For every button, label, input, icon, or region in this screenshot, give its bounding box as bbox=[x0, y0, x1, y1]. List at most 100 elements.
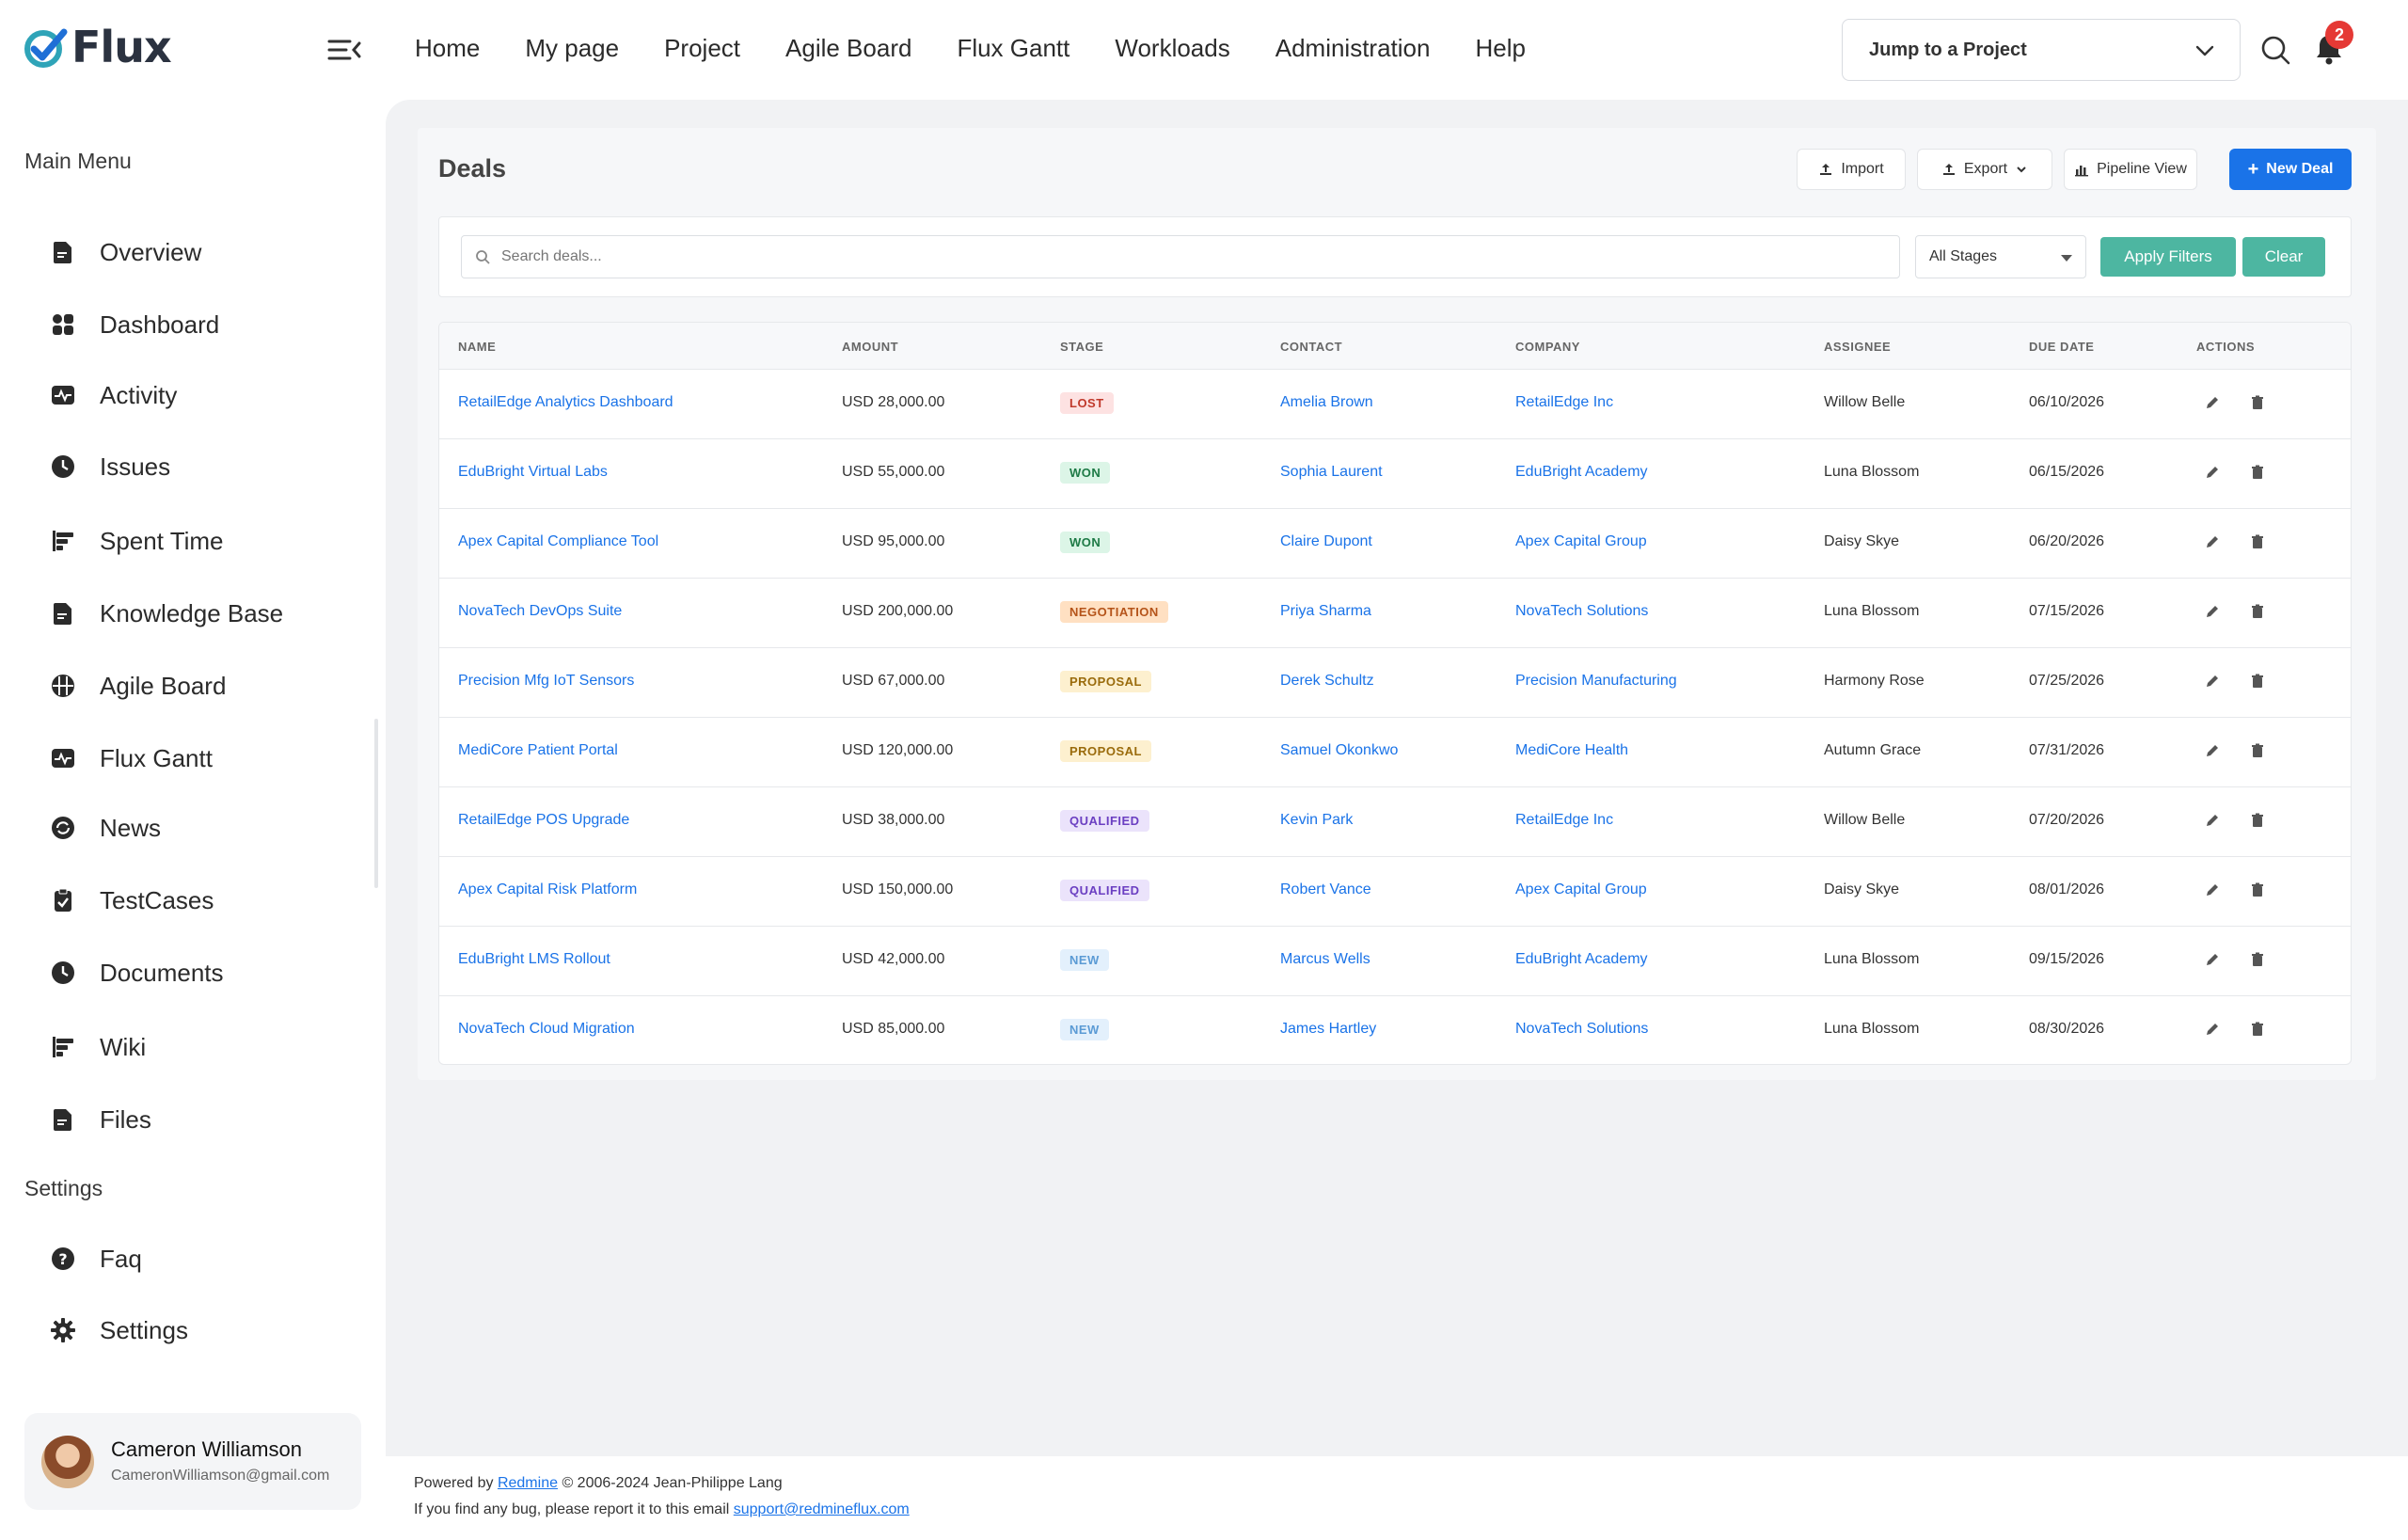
contact-link[interactable]: Kevin Park bbox=[1280, 812, 1353, 829]
sidebar-scrollbar[interactable] bbox=[374, 719, 378, 888]
sidebar-item-files[interactable]: Files bbox=[49, 1099, 151, 1140]
column-header-due-date[interactable]: DUE DATE bbox=[2029, 340, 2094, 354]
delete-trash-icon[interactable] bbox=[2249, 1021, 2268, 1040]
sidebar-item-testcases[interactable]: TestCases bbox=[49, 880, 214, 921]
sidebar-item-knowledge-base[interactable]: Knowledge Base bbox=[49, 593, 283, 634]
sidebar-item-spent-time[interactable]: Spent Time bbox=[49, 520, 224, 562]
deal-name-link[interactable]: Apex Capital Compliance Tool bbox=[458, 533, 658, 550]
contact-link[interactable]: Sophia Laurent bbox=[1280, 464, 1383, 481]
new-deal-button[interactable]: + New Deal bbox=[2229, 149, 2352, 190]
sidebar-item-flux-gantt[interactable]: Flux Gantt bbox=[49, 738, 213, 779]
sidebar-item-news[interactable]: News bbox=[49, 807, 161, 849]
company-link[interactable]: RetailEdge Inc bbox=[1515, 394, 1613, 411]
edit-pencil-icon[interactable] bbox=[2204, 1021, 2223, 1040]
sidebar-item-documents[interactable]: Documents bbox=[49, 952, 224, 993]
stage-select[interactable]: All Stages bbox=[1915, 235, 2086, 278]
deal-name-link[interactable]: MediCore Patient Portal bbox=[458, 742, 618, 759]
edit-pencil-icon[interactable] bbox=[2204, 603, 2223, 622]
contact-link[interactable]: Priya Sharma bbox=[1280, 603, 1371, 620]
sidebar-item-faq[interactable]: ? Faq bbox=[49, 1238, 142, 1279]
deal-name-link[interactable]: Precision Mfg IoT Sensors bbox=[458, 673, 634, 690]
deal-name-link[interactable]: RetailEdge POS Upgrade bbox=[458, 812, 629, 829]
column-header-assignee[interactable]: ASSIGNEE bbox=[1824, 340, 1891, 354]
column-header-contact[interactable]: CONTACT bbox=[1280, 340, 1342, 354]
nav-agile-board[interactable]: Agile Board bbox=[785, 34, 911, 63]
edit-pencil-icon[interactable] bbox=[2204, 812, 2223, 831]
delete-trash-icon[interactable] bbox=[2249, 812, 2268, 831]
company-link[interactable]: NovaTech Solutions bbox=[1515, 1021, 1648, 1038]
contact-link[interactable]: James Hartley bbox=[1280, 1021, 1376, 1038]
support-email-link[interactable]: support@redmineflux.com bbox=[734, 1501, 910, 1517]
collapse-menu-icon[interactable] bbox=[325, 34, 363, 66]
company-link[interactable]: NovaTech Solutions bbox=[1515, 603, 1648, 620]
delete-trash-icon[interactable] bbox=[2249, 603, 2268, 622]
sidebar-item-wiki[interactable]: Wiki bbox=[49, 1026, 146, 1068]
sidebar-item-overview[interactable]: Overview bbox=[49, 231, 201, 273]
edit-pencil-icon[interactable] bbox=[2204, 394, 2223, 413]
sidebar-item-activity[interactable]: Activity bbox=[49, 374, 177, 416]
import-button[interactable]: Import bbox=[1797, 149, 1906, 190]
jump-to-project-select[interactable]: Jump to a Project bbox=[1842, 19, 2241, 81]
company-link[interactable]: Precision Manufacturing bbox=[1515, 673, 1677, 690]
search-input[interactable] bbox=[501, 248, 1818, 265]
delete-trash-icon[interactable] bbox=[2249, 533, 2268, 552]
column-header-amount[interactable]: AMOUNT bbox=[842, 340, 898, 354]
nav-administration[interactable]: Administration bbox=[1275, 34, 1431, 63]
nav-help[interactable]: Help bbox=[1475, 34, 1525, 63]
company-link[interactable]: MediCore Health bbox=[1515, 742, 1628, 759]
contact-link[interactable]: Samuel Okonkwo bbox=[1280, 742, 1398, 759]
column-header-company[interactable]: COMPANY bbox=[1515, 340, 1580, 354]
deal-name-link[interactable]: EduBright Virtual Labs bbox=[458, 464, 608, 481]
deal-name-link[interactable]: NovaTech Cloud Migration bbox=[458, 1021, 635, 1038]
edit-pencil-icon[interactable] bbox=[2204, 464, 2223, 483]
column-header-stage[interactable]: STAGE bbox=[1060, 340, 1103, 354]
edit-pencil-icon[interactable] bbox=[2204, 881, 2223, 900]
contact-link[interactable]: Robert Vance bbox=[1280, 881, 1371, 898]
delete-trash-icon[interactable] bbox=[2249, 464, 2268, 483]
delete-trash-icon[interactable] bbox=[2249, 742, 2268, 761]
deal-name-link[interactable]: NovaTech DevOps Suite bbox=[458, 603, 622, 620]
export-button[interactable]: Export bbox=[1917, 149, 2052, 190]
column-header-name[interactable]: NAME bbox=[458, 340, 496, 354]
nav-flux-gantt[interactable]: Flux Gantt bbox=[957, 34, 1069, 63]
sidebar-item-settings[interactable]: Settings bbox=[49, 1310, 188, 1351]
sidebar-item-issues[interactable]: Issues bbox=[49, 446, 170, 487]
contact-link[interactable]: Claire Dupont bbox=[1280, 533, 1372, 550]
company-link[interactable]: EduBright Academy bbox=[1515, 951, 1648, 968]
pipeline-view-button[interactable]: Pipeline View bbox=[2064, 149, 2197, 190]
delete-trash-icon[interactable] bbox=[2249, 881, 2268, 900]
deal-name-link[interactable]: EduBright LMS Rollout bbox=[458, 951, 610, 968]
company-link[interactable]: RetailEdge Inc bbox=[1515, 812, 1613, 829]
column-header-actions[interactable]: ACTIONS bbox=[2196, 340, 2255, 354]
nav-workloads[interactable]: Workloads bbox=[1115, 34, 1229, 63]
search-icon[interactable] bbox=[2259, 34, 2291, 66]
nav-my-page[interactable]: My page bbox=[525, 34, 619, 63]
redmine-link[interactable]: Redmine bbox=[498, 1475, 558, 1491]
contact-link[interactable]: Amelia Brown bbox=[1280, 394, 1373, 411]
contact-link[interactable]: Derek Schultz bbox=[1280, 673, 1374, 690]
deal-name-link[interactable]: Apex Capital Risk Platform bbox=[458, 881, 637, 898]
delete-trash-icon[interactable] bbox=[2249, 673, 2268, 691]
company-link[interactable]: Apex Capital Group bbox=[1515, 533, 1647, 550]
apply-filters-button[interactable]: Apply Filters bbox=[2100, 237, 2236, 277]
edit-pencil-icon[interactable] bbox=[2204, 533, 2223, 552]
edit-pencil-icon[interactable] bbox=[2204, 951, 2223, 970]
sidebar-item-dashboard[interactable]: Dashboard bbox=[49, 304, 219, 345]
app-logo[interactable]: Flux bbox=[23, 21, 172, 73]
delete-trash-icon[interactable] bbox=[2249, 394, 2268, 413]
edit-pencil-icon[interactable] bbox=[2204, 742, 2223, 761]
deal-name-link[interactable]: RetailEdge Analytics Dashboard bbox=[458, 394, 673, 411]
nav-project[interactable]: Project bbox=[664, 34, 740, 63]
table-row: Apex Capital Risk Platform USD 150,000.0… bbox=[439, 857, 2351, 927]
delete-trash-icon[interactable] bbox=[2249, 951, 2268, 970]
company-link[interactable]: EduBright Academy bbox=[1515, 464, 1648, 481]
nav-home[interactable]: Home bbox=[415, 34, 480, 63]
edit-pencil-icon[interactable] bbox=[2204, 673, 2223, 691]
company-link[interactable]: Apex Capital Group bbox=[1515, 881, 1647, 898]
contact-link[interactable]: Marcus Wells bbox=[1280, 951, 1370, 968]
clear-button[interactable]: Clear bbox=[2242, 237, 2325, 277]
sidebar-item-agile-board[interactable]: Agile Board bbox=[49, 665, 226, 706]
search-field[interactable] bbox=[461, 235, 1900, 278]
table-row: NovaTech Cloud Migration USD 85,000.00 N… bbox=[439, 996, 2351, 1064]
user-profile-card[interactable]: Cameron Williamson CameronWilliamson@gma… bbox=[24, 1413, 361, 1510]
